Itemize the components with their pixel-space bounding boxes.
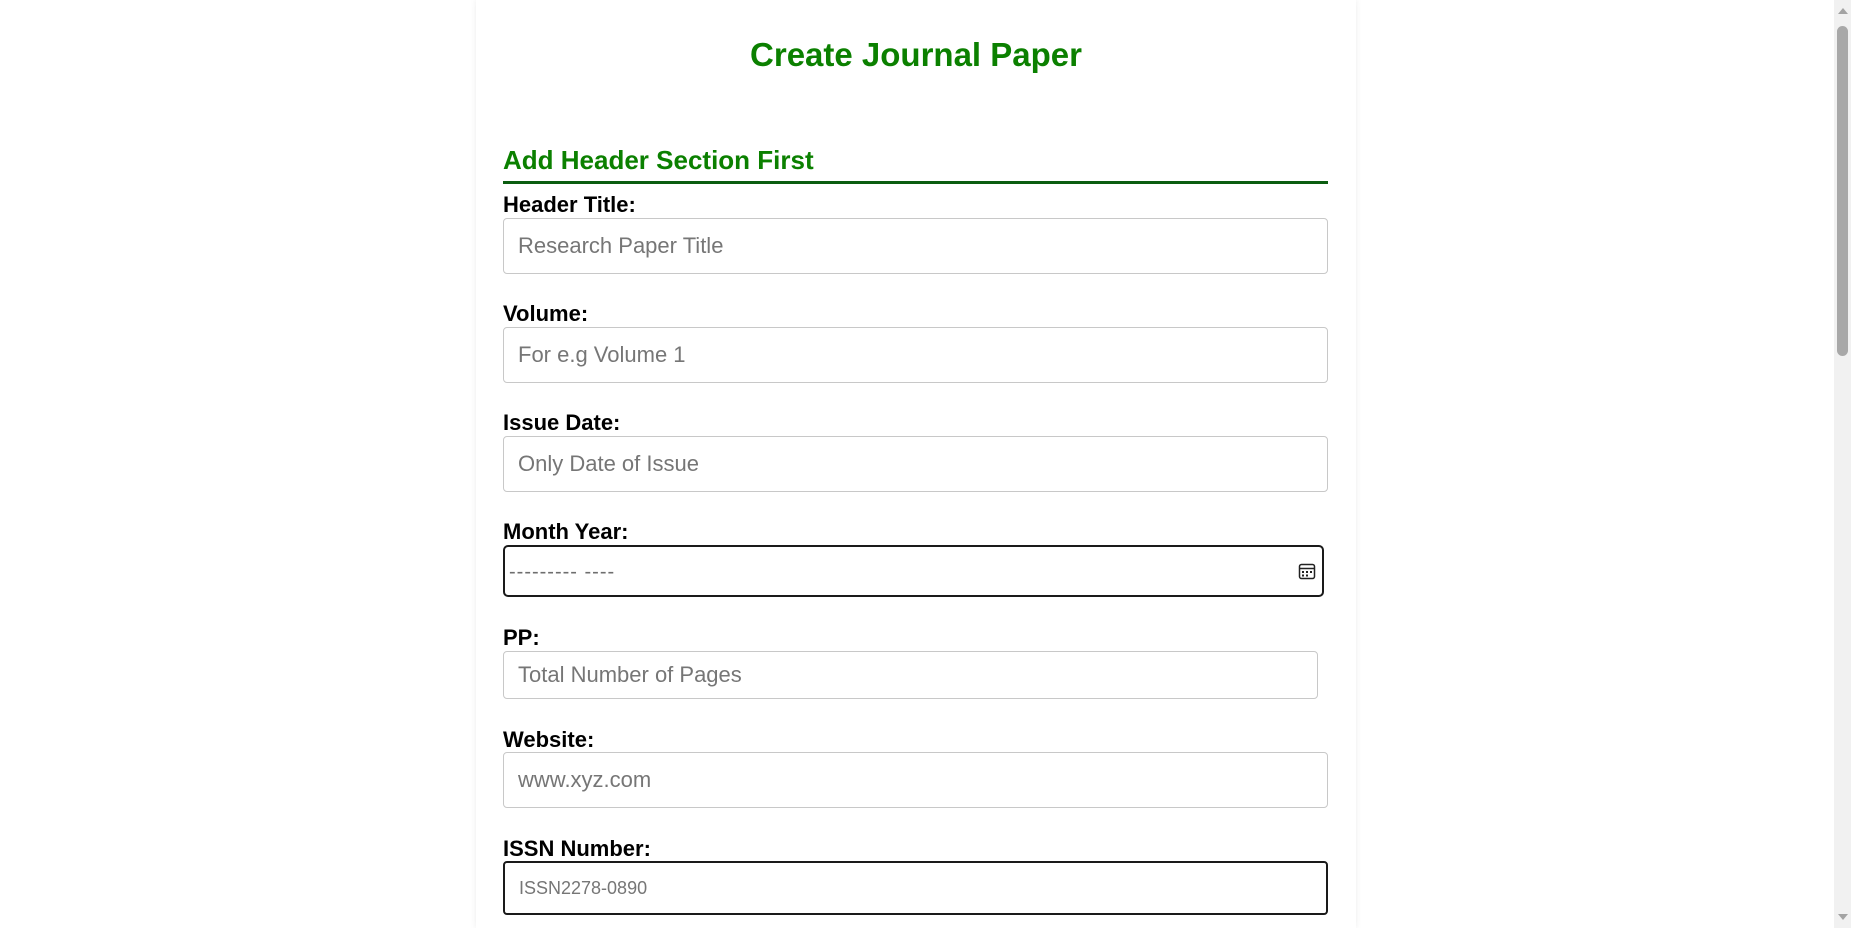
scroll-down-arrow-icon[interactable] — [1838, 914, 1848, 920]
vertical-scrollbar[interactable] — [1834, 0, 1851, 928]
issue-date-label: Issue Date: — [503, 410, 621, 435]
volume-input[interactable] — [503, 327, 1328, 383]
month-year-input[interactable]: --------- ---- — [503, 545, 1324, 597]
pp-label: PP: — [503, 625, 540, 650]
website-input[interactable] — [503, 752, 1328, 808]
volume-label: Volume: — [503, 301, 589, 326]
month-year-label: Month Year: — [503, 519, 629, 544]
header-title-label: Header Title: — [503, 192, 636, 217]
website-label: Website: — [503, 727, 595, 752]
issue-date-input[interactable] — [503, 436, 1328, 492]
page-title: Create Journal Paper — [750, 36, 1082, 73]
section-title: Add Header Section First — [503, 145, 1328, 184]
pp-input[interactable] — [503, 651, 1318, 699]
header-title-input[interactable] — [503, 218, 1328, 274]
issn-input[interactable] — [503, 861, 1328, 915]
month-year-mask: --------- ---- — [509, 561, 616, 583]
issn-label: ISSN Number: — [503, 836, 651, 861]
scroll-up-arrow-icon[interactable] — [1838, 8, 1848, 14]
form-card: Create Journal Paper Add Header Section … — [476, 0, 1356, 928]
calendar-icon[interactable] — [1298, 562, 1316, 580]
scroll-thumb[interactable] — [1837, 26, 1848, 356]
